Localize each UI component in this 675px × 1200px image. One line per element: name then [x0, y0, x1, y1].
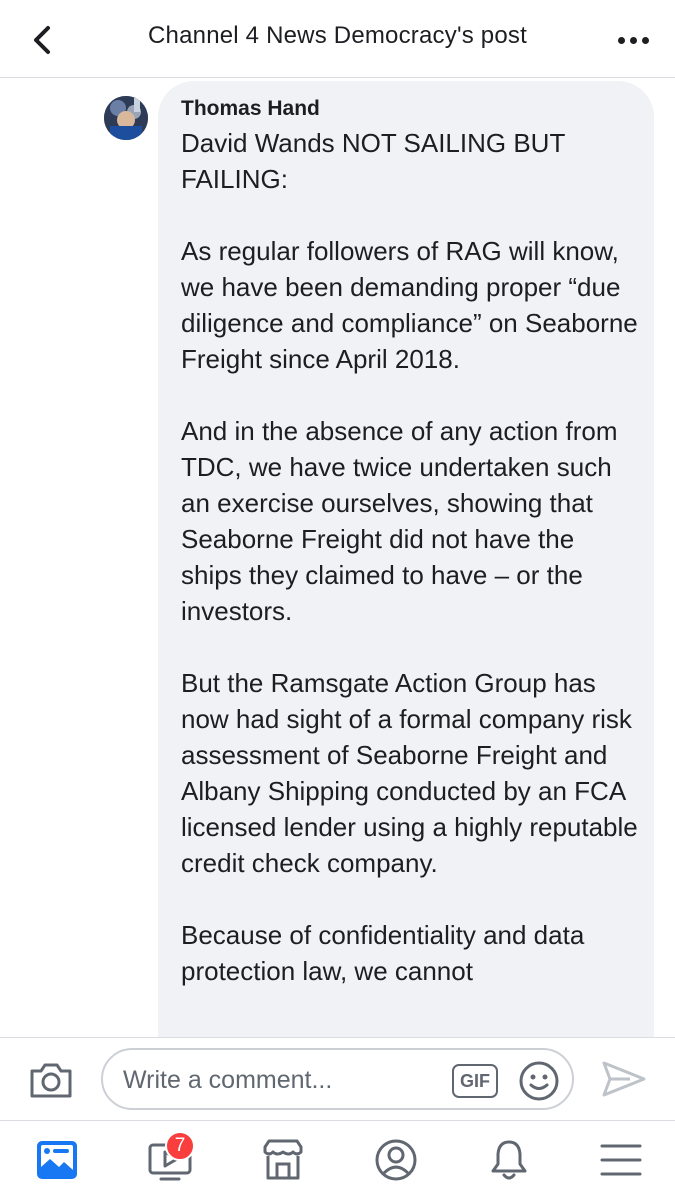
emoji-icon	[519, 1061, 559, 1101]
facebook-comment-screen: Channel 4 News Democracy's post Thomas H…	[0, 0, 675, 1200]
send-button[interactable]	[600, 1059, 648, 1099]
comment-thread[interactable]: Thomas Hand David Wands NOT SAILING BUT …	[0, 79, 675, 1037]
tab-notifications[interactable]	[468, 1121, 548, 1200]
profile-icon	[375, 1139, 417, 1181]
comment-input[interactable]	[123, 1058, 443, 1102]
top-bar: Channel 4 News Democracy's post	[0, 0, 675, 78]
tab-news-feed[interactable]	[16, 1121, 96, 1200]
comment-input-box[interactable]: GIF	[101, 1048, 574, 1110]
more-horizontal-icon	[617, 36, 625, 44]
send-icon	[602, 1061, 646, 1097]
marketplace-icon	[263, 1139, 303, 1180]
tab-menu[interactable]	[580, 1121, 660, 1200]
bell-icon	[491, 1140, 527, 1180]
comment-paragraph: As regular followers of RAG will know, w…	[181, 236, 638, 374]
more-options-button[interactable]	[611, 26, 655, 54]
tab-watch[interactable]: 7	[129, 1121, 209, 1200]
comment-author[interactable]: Thomas Hand	[181, 97, 320, 121]
comment-paragraph: Because of confidentiality and data prot…	[181, 920, 585, 986]
gif-button[interactable]: GIF	[452, 1064, 498, 1098]
emoji-button[interactable]	[517, 1059, 561, 1103]
page-title: Channel 4 News Democracy's post	[148, 22, 527, 49]
chevron-left-icon	[34, 26, 50, 54]
camera-button[interactable]	[28, 1060, 74, 1100]
comment-composer: GIF	[0, 1037, 675, 1120]
comment-body: David Wands NOT SAILING BUT FAILING: As …	[181, 125, 641, 1025]
bottom-tab-bar: 7	[0, 1120, 675, 1200]
comment-paragraph: David Wands NOT SAILING BUT FAILING:	[181, 128, 565, 194]
more-dot	[641, 36, 649, 44]
tab-marketplace[interactable]	[242, 1121, 322, 1200]
camera-icon	[30, 1063, 72, 1098]
comment-paragraph: But the Ramsgate Action Group has now ha…	[181, 668, 638, 878]
news-feed-icon	[37, 1141, 77, 1179]
avatar-image	[104, 96, 148, 140]
more-dot	[629, 36, 637, 44]
menu-icon	[600, 1144, 642, 1176]
notification-badge: 7	[165, 1131, 195, 1161]
comment-paragraph: And in the absence of any action from TD…	[181, 416, 618, 626]
tab-profile[interactable]	[355, 1121, 435, 1200]
avatar[interactable]	[104, 96, 148, 140]
back-button[interactable]	[22, 18, 62, 62]
